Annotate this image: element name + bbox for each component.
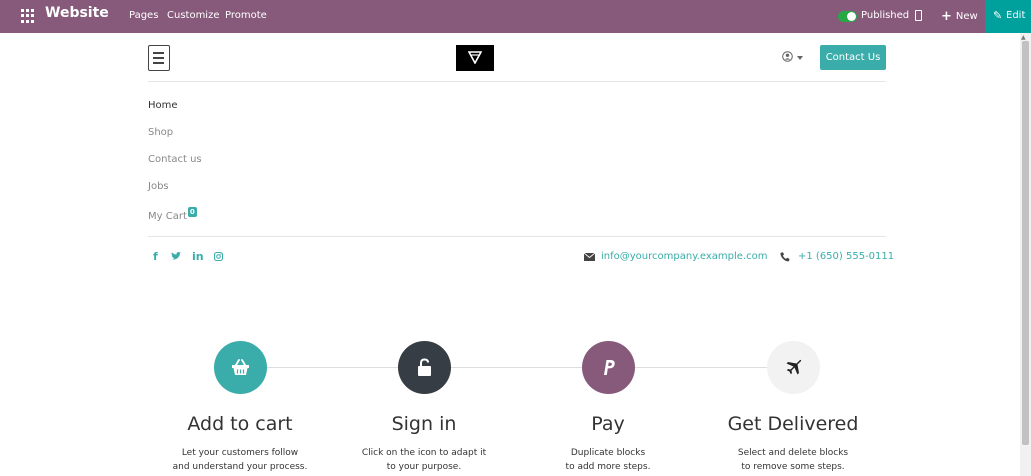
steps-connector-line: [241, 367, 794, 368]
step-desc-line: to add more steps.: [565, 462, 651, 472]
menu-pages[interactable]: Pages: [129, 10, 158, 21]
menu-toggle-icon[interactable]: [148, 45, 170, 71]
nav-item-shop[interactable]: Shop: [148, 127, 173, 138]
published-toggle[interactable]: [838, 11, 857, 22]
my-cart-label: My Cart: [148, 211, 187, 222]
step-circle-get-delivered: [767, 341, 820, 394]
contact-phone[interactable]: +1 (650) 555-0111: [798, 251, 894, 262]
linkedin-icon[interactable]: in: [192, 250, 204, 263]
twitter-icon[interactable]: [171, 252, 181, 261]
nav-item-my-cart[interactable]: My Cart 0: [148, 207, 197, 222]
step-desc-line: to remove some steps.: [741, 462, 845, 472]
step-title-pay: Pay: [591, 413, 625, 435]
envelope-icon: [584, 253, 595, 261]
instagram-icon[interactable]: [214, 252, 223, 261]
nav-item-home[interactable]: Home: [148, 100, 178, 111]
menu-promote[interactable]: Promote: [225, 10, 267, 21]
contact-us-button[interactable]: Contact Us: [820, 45, 886, 70]
phone-icon: [780, 252, 790, 262]
plus-icon: +: [941, 9, 952, 24]
nav-divider: [148, 236, 886, 237]
step-title-get-delivered: Get Delivered: [727, 413, 859, 435]
step-desc-line: Duplicate blocks: [570, 448, 646, 458]
step-desc-line: Select and delete blocks: [737, 448, 849, 458]
step-desc-get-delivered: Select and delete blocks to remove some …: [693, 446, 893, 474]
site-logo[interactable]: [456, 45, 494, 71]
paypal-icon: [604, 360, 615, 375]
new-button[interactable]: + New: [941, 9, 978, 24]
step-desc-line: Let your customers follow: [181, 448, 299, 458]
scroll-up-arrow-icon[interactable]: ▲: [1021, 34, 1026, 41]
menu-customize[interactable]: Customize: [167, 10, 220, 21]
step-desc-sign-in: Click on the icon to adapt it to your pu…: [324, 446, 524, 474]
website-admin-bar: Website Pages Customize Promote Publishe…: [0, 0, 1031, 33]
step-circle-pay: [582, 341, 635, 394]
plane-icon: [786, 359, 802, 375]
nav-item-contact-us[interactable]: Contact us: [148, 154, 202, 165]
step-desc-add-to-cart: Let your customers follow and understand…: [140, 446, 340, 474]
facebook-icon[interactable]: f: [153, 250, 158, 263]
apps-grid-icon[interactable]: [21, 9, 35, 23]
user-avatar-icon[interactable]: [782, 51, 793, 62]
user-dropdown-caret-icon[interactable]: [797, 56, 803, 60]
header-divider: [148, 81, 886, 82]
step-desc-line: Click on the icon to adapt it: [361, 448, 487, 458]
step-desc-pay: Duplicate blocks to add more steps.: [508, 446, 708, 474]
pencil-icon: ✎: [993, 9, 1003, 22]
contact-email[interactable]: info@yourcompany.example.com: [601, 251, 767, 262]
step-desc-line: to your purpose.: [386, 462, 462, 472]
unlock-icon: [418, 358, 431, 376]
basket-icon: [232, 359, 249, 375]
published-label[interactable]: Published: [861, 10, 909, 21]
logo-triangle-icon: [468, 51, 482, 64]
edit-label: Edit: [1006, 10, 1026, 21]
step-circle-add-to-cart: [214, 341, 267, 394]
step-title-add-to-cart: Add to cart: [187, 413, 293, 435]
step-circle-sign-in: [398, 341, 451, 394]
scrollbar-thumb[interactable]: [1022, 41, 1029, 445]
edit-button[interactable]: ✎ Edit: [985, 0, 1031, 33]
step-title-sign-in: Sign in: [391, 413, 457, 435]
step-desc-line: and understand your process.: [172, 462, 308, 472]
cart-count-badge: 0: [187, 207, 197, 217]
mobile-preview-icon[interactable]: [915, 10, 922, 21]
app-name[interactable]: Website: [45, 5, 109, 21]
nav-item-jobs[interactable]: Jobs: [148, 181, 169, 192]
new-label: New: [955, 11, 978, 22]
